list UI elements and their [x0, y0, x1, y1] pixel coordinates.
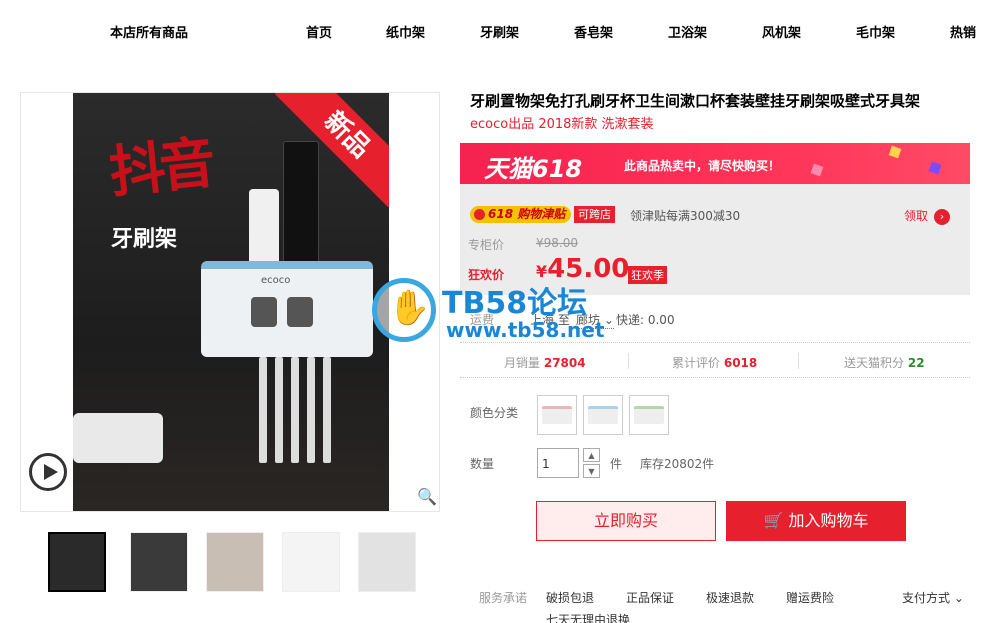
- service-item[interactable]: 正品保证: [626, 589, 674, 606]
- coupon-get-label: 领取: [903, 209, 928, 223]
- nav-item-towel-rack[interactable]: 毛巾架: [856, 22, 895, 41]
- nav-item-home[interactable]: 首页: [306, 22, 332, 41]
- color-swatch-green[interactable]: [629, 395, 669, 435]
- top-nav: 本店所有商品 首页 纸巾架 牙刷架 香皂架 卫浴架 风机架 毛巾架 热销: [0, 0, 995, 62]
- shipping-fee: 快递: 0.00: [616, 313, 675, 327]
- toothbrushes: [259, 357, 349, 467]
- tmall-points: 送天猫积分 22: [844, 356, 925, 370]
- nav-item-soap-rack[interactable]: 香皂架: [574, 22, 613, 41]
- banner-text: 此商品热卖中，请尽快购买！: [624, 159, 781, 173]
- play-video-icon[interactable]: [29, 453, 67, 491]
- payment-methods[interactable]: 支付方式 ⌄: [902, 589, 964, 606]
- watermark: ✋ TB58论坛 www.tb58.net: [372, 278, 622, 348]
- white-tube: [249, 189, 279, 265]
- seven-day-return: 七天无理由退换: [546, 613, 631, 623]
- nav-item-toothbrush-rack[interactable]: 牙刷架: [480, 22, 519, 41]
- monthly-sales: 月销量 27804: [504, 356, 586, 370]
- total-reviews[interactable]: 累计评价 6018: [672, 354, 757, 371]
- service-item[interactable]: 赠运费险: [786, 589, 834, 606]
- service-item[interactable]: 破损包退: [546, 589, 594, 606]
- decor-cube-icon: [888, 145, 902, 159]
- dispenser-left: [251, 297, 277, 327]
- thumbnail-3[interactable]: [206, 532, 264, 592]
- holder-logo: ecoco: [261, 275, 291, 286]
- hand-icon: ✋: [388, 288, 431, 328]
- original-price: ¥98.00: [536, 236, 578, 250]
- overlay-title: 抖音: [106, 129, 213, 207]
- product-subtitle: ecoco出品 2018新款 洗漱套装: [470, 117, 654, 132]
- cart-icon: 🛒: [763, 511, 784, 530]
- nav-item-bath-rack[interactable]: 卫浴架: [668, 22, 707, 41]
- chevron-right-icon: ›: [934, 209, 950, 225]
- coupon-row: 618 购物津贴 可跨店 领津贴每满300减30 领取 ›: [470, 206, 960, 226]
- product-photo: 新品 抖音 牙刷架 ecoco: [73, 93, 389, 511]
- watermark-url: www.tb58.net: [446, 318, 605, 342]
- quantity-input[interactable]: 1: [537, 448, 579, 478]
- coupon-cross-store: 可跨店: [574, 206, 615, 223]
- zoom-icon[interactable]: 🔍: [417, 487, 437, 506]
- coupon-tag: 618 购物津贴: [470, 206, 572, 223]
- quantity-decrease-icon[interactable]: ▼: [583, 464, 600, 478]
- nav-item-hot[interactable]: 热销: [950, 22, 976, 41]
- thumbnail-1[interactable]: [48, 532, 106, 592]
- add-to-cart-button[interactable]: 🛒 加入购物车: [726, 501, 906, 541]
- black-tube: [283, 141, 319, 265]
- coupon-get-button[interactable]: 领取 ›: [904, 207, 950, 225]
- product-title: 牙刷置物架免打孔刷牙杯卫生间漱口杯套装壁挂牙刷架吸壁式牙具架: [470, 92, 921, 110]
- stock-count: 库存20802件: [640, 457, 715, 471]
- nav-item-tissue-rack[interactable]: 纸巾架: [386, 22, 425, 41]
- color-label: 颜色分类: [470, 406, 519, 420]
- original-price-label: 专柜价: [468, 238, 505, 252]
- toothbrush-holder: ecoco: [201, 261, 373, 357]
- overlay-subtitle: 牙刷架: [111, 227, 178, 252]
- sale-badge: 狂欢季: [628, 266, 667, 284]
- decor-cube-icon: [810, 163, 824, 177]
- coupon-desc: 领津贴每满300减30: [630, 209, 741, 223]
- color-swatch-blue[interactable]: [583, 395, 623, 435]
- thumbnail-5[interactable]: [358, 532, 416, 592]
- banner-brand: 天猫618: [484, 155, 583, 183]
- buy-now-button[interactable]: 立即购买: [536, 501, 716, 541]
- quantity-increase-icon[interactable]: ▲: [583, 448, 600, 462]
- towel: [73, 413, 163, 463]
- color-swatch-pink[interactable]: [537, 395, 577, 435]
- nav-item-dryer-rack[interactable]: 风机架: [762, 22, 801, 41]
- thumbnail-4[interactable]: [282, 532, 340, 592]
- watermark-title: TB58论坛: [442, 286, 588, 321]
- service-item[interactable]: 极速退款: [706, 589, 754, 606]
- decor-cube-icon: [928, 161, 942, 175]
- promo-banner: 天猫618 此商品热卖中，请尽快购买！: [460, 143, 970, 184]
- dispenser-right: [287, 297, 313, 327]
- chevron-down-icon: ⌄: [953, 591, 964, 605]
- service-label: 服务承诺: [479, 591, 528, 605]
- thumbnail-2[interactable]: [130, 532, 188, 592]
- nav-all-products[interactable]: 本店所有商品: [110, 22, 188, 41]
- quantity-unit: 件: [610, 457, 623, 471]
- quantity-label: 数量: [470, 457, 495, 471]
